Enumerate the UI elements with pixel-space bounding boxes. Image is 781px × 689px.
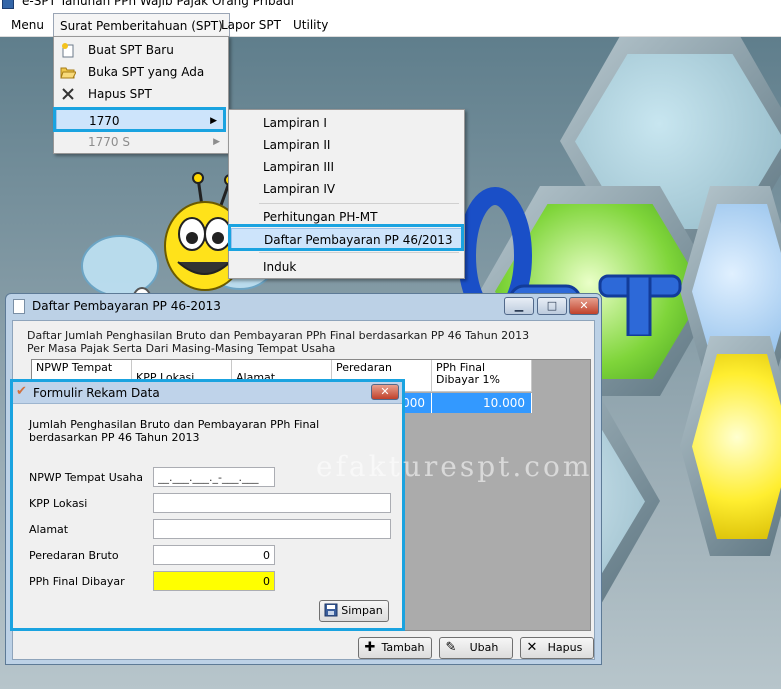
form-description: Jumlah Penghasilan Bruto dan Pembayaran … (29, 418, 320, 444)
menu-item-lampiran-2[interactable]: Lampiran II (231, 134, 462, 156)
minimize-button[interactable]: ▁ (504, 297, 534, 315)
menubar-lapor-spt[interactable]: Lapor SPT (215, 13, 287, 37)
edit-icon: ✎ (445, 640, 457, 655)
label-alamat: Alamat (29, 523, 69, 536)
cell-pph[interactable]: 10.000 (432, 393, 532, 413)
folder-open-icon (60, 64, 77, 80)
menubar-spt[interactable]: Surat Pemberitahuan (SPT) (53, 13, 230, 37)
peredaran-bruto-field[interactable] (153, 545, 275, 565)
new-document-icon (60, 42, 76, 58)
maximize-button[interactable]: □ (537, 297, 567, 315)
simpan-button[interactable]: Simpan (319, 600, 389, 622)
menu-separator (259, 203, 459, 204)
label-pph: PPh Final Dibayar (29, 575, 125, 588)
menu-item-lampiran-3[interactable]: Lampiran III (231, 156, 462, 178)
menu-item-1770s[interactable]: 1770 S ▶ (56, 131, 226, 153)
menubar-utility[interactable]: Utility (287, 13, 334, 37)
menu-item-lampiran-1[interactable]: Lampiran I (231, 112, 462, 134)
ubah-button[interactable]: ✎ Ubah (439, 637, 513, 659)
formulir-rekam-data-window: ✔ Formulir Rekam Data ✕ Jumlah Penghasil… (10, 379, 405, 631)
alamat-field[interactable] (153, 519, 391, 539)
pph-final-field[interactable] (153, 571, 275, 591)
kpp-lokasi-field[interactable] (153, 493, 391, 513)
hapus-button[interactable]: ✕ Hapus (520, 637, 594, 659)
label-npwp: NPWP Tempat Usaha (29, 471, 143, 484)
menu-item-hapus-spt[interactable]: Hapus SPT (56, 83, 226, 105)
form-close-button[interactable]: ✕ (371, 384, 399, 400)
document-icon (13, 299, 25, 314)
menu-item-1770[interactable]: 1770 ▶ (56, 109, 224, 131)
close-button[interactable]: ✕ (569, 297, 599, 315)
app-titlebar: e-SPT Tahunan PPh Wajib Pajak Orang Prib… (0, 0, 781, 13)
menu-item-induk[interactable]: Induk (231, 256, 462, 278)
app-title: e-SPT Tahunan PPh Wajib Pajak Orang Prib… (22, 0, 294, 8)
column-header-pph[interactable]: PPh Final Dibayar 1% (432, 360, 532, 392)
label-peredaran: Peredaran Bruto (29, 549, 119, 562)
submenu-1770: Lampiran I Lampiran II Lampiran III Lamp… (228, 109, 465, 279)
window-title: Daftar Pembayaran PP 46-2013 (32, 299, 221, 313)
tambah-button[interactable]: ✚ Tambah (358, 637, 432, 659)
menu-bar: Menu Surat Pemberitahuan (SPT) Lapor SPT… (0, 13, 781, 37)
menu-separator (259, 252, 459, 253)
menubar-menu[interactable]: Menu (5, 13, 50, 37)
close-x-icon (60, 86, 76, 102)
menu-item-lampiran-4[interactable]: Lampiran IV (231, 178, 462, 200)
checkmark-icon: ✔ (16, 384, 27, 399)
submenu-arrow-icon: ▶ (210, 116, 217, 126)
watermark-text: efakturespt.com (316, 450, 593, 483)
label-kpp: KPP Lokasi (29, 497, 88, 510)
add-icon: ✚ (364, 640, 376, 655)
menu-separator (84, 107, 224, 108)
spt-dropdown-menu: Buat SPT Baru Buka SPT yang Ada Hapus SP… (53, 36, 229, 154)
description-line-2: Per Masa Pajak Serta Dari Masing-Masing … (27, 342, 336, 355)
description-line-1: Daftar Jumlah Penghasilan Bruto dan Pemb… (27, 329, 530, 342)
form-titlebar: ✔ Formulir Rekam Data ✕ (13, 382, 402, 404)
menu-item-perhitungan[interactable]: Perhitungan PH-MT (231, 206, 462, 228)
form-title: Formulir Rekam Data (33, 386, 160, 400)
menu-item-buka-spt[interactable]: Buka SPT yang Ada (56, 61, 226, 83)
npwp-field[interactable] (153, 467, 275, 487)
menu-item-buat-spt[interactable]: Buat SPT Baru (56, 39, 226, 61)
submenu-arrow-icon: ▶ (213, 137, 220, 147)
app-icon (2, 0, 14, 9)
menu-item-daftar-pembayaran[interactable]: Daftar Pembayaran PP 46/2013 (231, 228, 462, 250)
window-titlebar: Daftar Pembayaran PP 46-2013 ▁ □ ✕ (6, 294, 601, 320)
save-disk-icon (323, 603, 339, 619)
delete-x-icon: ✕ (526, 640, 538, 655)
